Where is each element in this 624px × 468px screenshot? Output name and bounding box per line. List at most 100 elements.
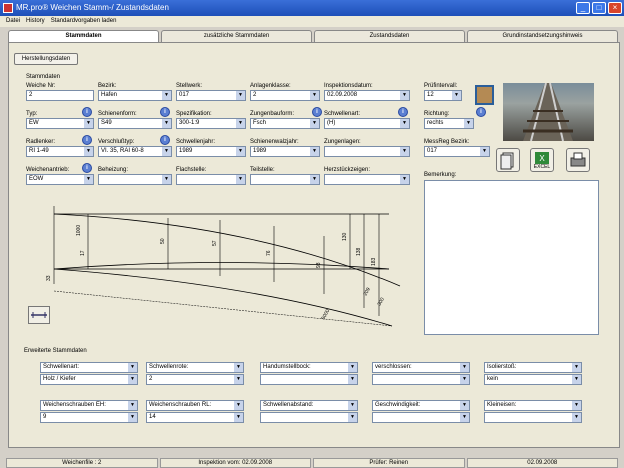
richtung-select[interactable]: rechts ▼ (424, 118, 474, 129)
info-icon[interactable]: i (82, 107, 92, 117)
field-zungenlagen: Zungenlagen: ▼ (324, 138, 410, 157)
svg-text:X: X (539, 154, 545, 163)
verschlusstyp-select[interactable]: VI. 35, RAI 60-8 ▼ (98, 146, 172, 157)
diagram-label: 138 (356, 247, 362, 256)
typ-select[interactable]: EW ▼ (26, 118, 94, 129)
chevron-down-icon: ▼ (162, 91, 171, 100)
field-weiche-nr: Weiche Nr: 2 (26, 82, 94, 101)
chevron-down-icon: ▼ (236, 147, 245, 156)
teilstelle-select[interactable]: ▼ (250, 174, 320, 185)
chevron-down-icon: ▼ (84, 175, 93, 184)
chevron-down-icon: ▼ (234, 363, 243, 372)
diagram-label: 50 (160, 238, 166, 244)
zungenbauform-select[interactable]: Fsch ▼ (250, 118, 320, 129)
info-icon[interactable]: i (398, 107, 408, 117)
field-stellwerk: Stellwerk: 017 ▼ (176, 82, 246, 101)
chevron-down-icon: ▼ (310, 119, 319, 128)
copy-icon[interactable] (496, 148, 520, 172)
chevron-down-icon: ▼ (234, 401, 243, 410)
field-beheizung: Beheizung: ▼ (98, 166, 172, 185)
herstellungsdaten-button[interactable]: Herstellungsdaten (14, 53, 78, 65)
inspektionsdatum-select[interactable]: 02.09.2008 ▼ (324, 90, 410, 101)
schienenwalzjahr-select[interactable]: 1989 ▼ (250, 146, 320, 157)
tab-zustandsdaten[interactable]: Zustandsdaten (314, 30, 465, 42)
herzstueckzeigen-select[interactable]: ▼ (324, 174, 410, 185)
anlagenklasse-select[interactable]: 2 ▼ (250, 90, 320, 101)
minimize-button[interactable]: _ (576, 2, 590, 14)
chevron-down-icon: ▼ (128, 413, 137, 422)
weiche-nr-input[interactable]: 2 (26, 90, 94, 101)
maximize-button[interactable]: □ (592, 2, 606, 14)
chevron-down-icon: ▼ (162, 119, 171, 128)
menu-history[interactable]: History (26, 16, 45, 27)
field-ext-schwellenart: Schwellenart: ▼ Holz / Kiefer ▼ (40, 362, 138, 385)
ruler-icon[interactable] (28, 306, 50, 324)
chevron-down-icon: ▼ (310, 147, 319, 156)
diagram-label: 5000 (321, 308, 332, 321)
chevron-down-icon: ▼ (460, 401, 469, 410)
tab-zusaetzliche-stammdaten[interactable]: zusätzliche Stammdaten (161, 30, 312, 42)
field-ext-handumstellbock: Handumstellbock: ▼ ▼ (260, 362, 358, 385)
menu-datei[interactable]: Datei (6, 16, 20, 27)
chevron-down-icon: ▼ (162, 147, 171, 156)
weichenantrieb-select[interactable]: EOW ▼ (26, 174, 94, 185)
field-herzstueckzeigen: Herzstückzeigen: ▼ (324, 166, 410, 185)
field-ext-schrauben-eh: Weichenschrauben EH: ▼ 9 ▼ (40, 400, 138, 423)
field-ext-geschwindigkeit: Geschwindigkeit: ▼ ▼ (372, 400, 470, 423)
schwellenjahr-select[interactable]: 1989 ▼ (176, 146, 246, 157)
chevron-down-icon: ▼ (400, 147, 409, 156)
inspector-avatar[interactable] (475, 85, 494, 105)
chevron-down-icon: ▼ (460, 375, 469, 384)
pruefintervall-select[interactable]: 12 ▼ (424, 90, 462, 101)
chevron-down-icon: ▼ (348, 401, 357, 410)
field-ext-verschlossen: verschlossen: ▼ ▼ (372, 362, 470, 385)
info-icon[interactable]: i (312, 107, 322, 117)
chevron-down-icon: ▼ (128, 401, 137, 410)
schwellenart-select[interactable]: (H) ▼ (324, 118, 410, 129)
diagram-label: 17 (80, 250, 86, 256)
chevron-down-icon: ▼ (464, 119, 473, 128)
schienenform-select[interactable]: S49 ▼ (98, 118, 172, 129)
chevron-down-icon: ▼ (234, 375, 243, 384)
bemerkung-textarea[interactable] (424, 180, 599, 335)
diagram-label: 183 (371, 257, 377, 266)
field-schienenwalzjahr: Schienenwalzjahr: 1989 ▼ (250, 138, 320, 157)
info-icon[interactable]: i (160, 107, 170, 117)
chevron-down-icon: ▼ (480, 147, 489, 156)
menu-standardvorgaben[interactable]: Standardvorgaben laden (51, 16, 117, 27)
bezirk-select[interactable]: Hafen ▼ (98, 90, 172, 101)
field-zungenbauform: Zungenbauform: Fsch ▼ (250, 110, 320, 129)
messreg-bezirk-select[interactable]: 017 ▼ (424, 146, 490, 157)
flachstelle-select[interactable]: ▼ (176, 174, 246, 185)
field-anlagenklasse: Anlagenklasse: 2 ▼ (250, 82, 320, 101)
spezifikation-select[interactable]: 300-1:9 ▼ (176, 118, 246, 129)
info-icon[interactable]: i (476, 107, 486, 117)
tab-stammdaten[interactable]: Stammdaten (8, 30, 159, 42)
close-button[interactable]: × (608, 2, 622, 14)
chevron-down-icon: ▼ (162, 175, 171, 184)
chevron-down-icon: ▼ (310, 175, 319, 184)
zungenlagen-select[interactable]: ▼ (324, 146, 410, 157)
field-ext-kleineisen: Kleineisen: ▼ ▼ (484, 400, 582, 423)
stellwerk-select[interactable]: 017 ▼ (176, 90, 246, 101)
switch-diagram: 1000 17 33 50 57 76 93 130 138 183 209 3… (46, 206, 401, 327)
chevron-down-icon: ▼ (400, 175, 409, 184)
diagram-label: 33 (46, 275, 52, 281)
chevron-down-icon: ▼ (310, 91, 319, 100)
field-spezifikation: Spezifikation: 300-1:9 ▼ (176, 110, 246, 129)
beheizung-select[interactable]: ▼ (98, 174, 172, 185)
excel-icon[interactable]: X EXCEL (530, 148, 554, 172)
status-bar: Weichenfile : 2 Inspektion vom: 02.09.20… (6, 458, 618, 468)
chevron-down-icon: ▼ (460, 413, 469, 422)
field-ext-isolierstoss: Isolierstoß: ▼ kein ▼ (484, 362, 582, 385)
chevron-down-icon: ▼ (452, 91, 461, 100)
info-icon[interactable]: i (82, 163, 92, 173)
menu-bar: Datei History Standardvorgaben laden (0, 16, 624, 27)
info-icon[interactable]: i (82, 135, 92, 145)
print-icon[interactable] (566, 148, 590, 172)
radlenker-select[interactable]: RI 1-49 ▼ (26, 146, 94, 157)
info-icon[interactable]: i (160, 135, 170, 145)
app-icon (3, 3, 13, 13)
tab-grundinstandsetzung[interactable]: Grundinstandsetzungshinweis (467, 30, 618, 42)
status-inspektion: Inspektion vom: 02.09.2008 (159, 458, 311, 468)
